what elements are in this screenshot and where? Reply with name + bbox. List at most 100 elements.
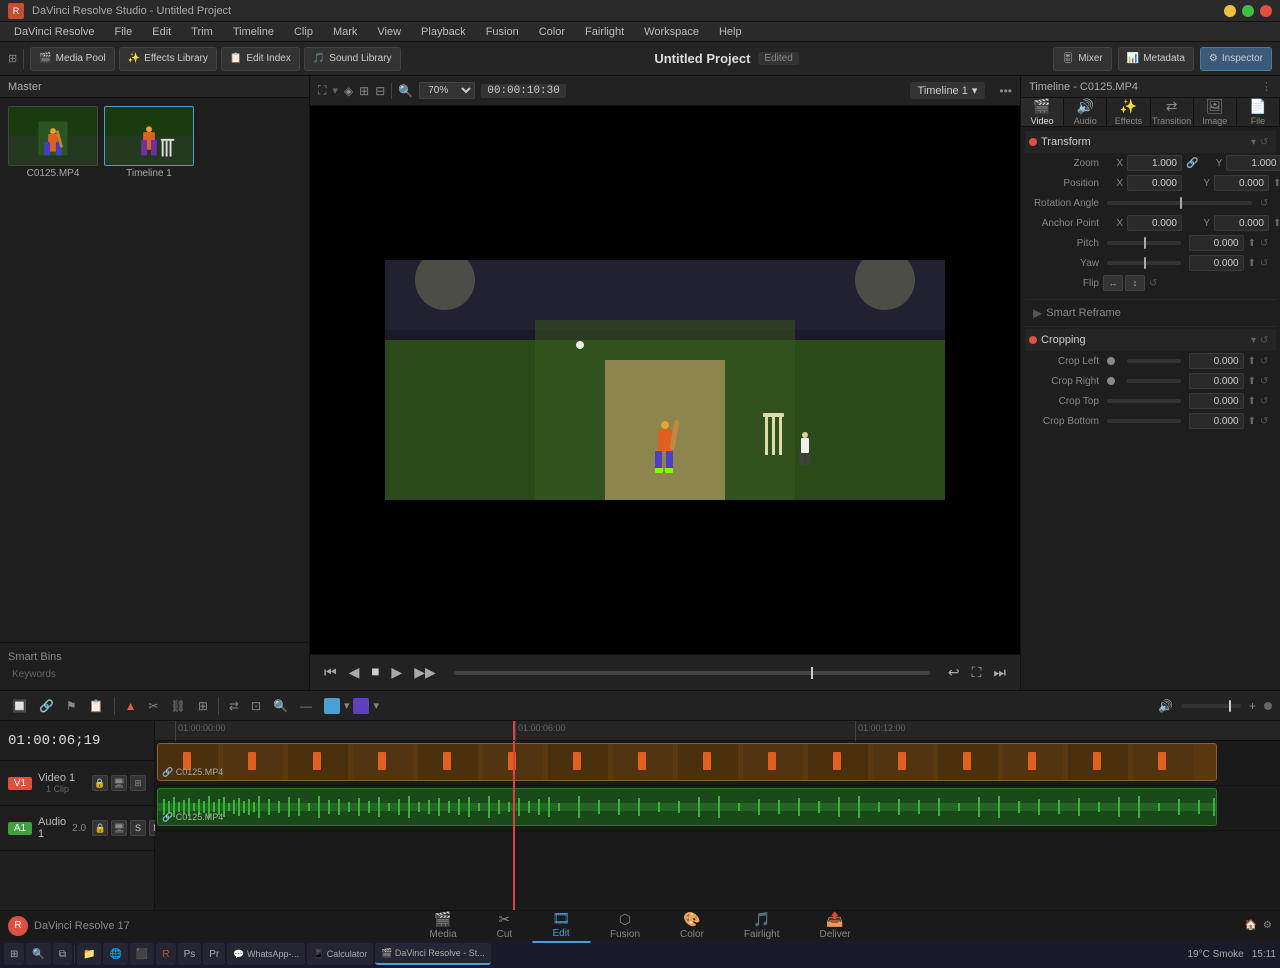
transform-tool[interactable]: ⇄ bbox=[225, 695, 243, 717]
insert-tool[interactable]: ⊞ bbox=[194, 695, 212, 717]
color-blue-selector[interactable] bbox=[324, 698, 340, 714]
fullscreen-button[interactable]: ⛶ bbox=[970, 662, 984, 683]
tab-file[interactable]: 📄 File bbox=[1237, 98, 1280, 126]
taskbar-calculator[interactable]: 📱 Calculator bbox=[307, 943, 373, 965]
menu-playback[interactable]: Playback bbox=[413, 25, 474, 39]
taskbar-terminal[interactable]: ⬛ bbox=[130, 943, 154, 965]
prev-frame-button[interactable]: ◀ bbox=[347, 662, 362, 683]
start-button[interactable]: ⊞ bbox=[4, 943, 24, 965]
audio-solo-button[interactable]: S bbox=[130, 820, 146, 836]
effects-library-button[interactable]: ✨ Effects Library bbox=[119, 47, 217, 71]
audio-lock-button[interactable]: 🔒 bbox=[92, 820, 108, 836]
more-options-icon[interactable]: ••• bbox=[999, 84, 1012, 98]
media-clip-1[interactable]: C0125.MP4 bbox=[8, 106, 98, 370]
timeline-ruler[interactable]: 01:00:00:00 01:00:06:00 01:00:12:00 bbox=[155, 721, 1280, 741]
media-timeline-1-thumbnail[interactable] bbox=[104, 106, 194, 166]
crop-top-up-icon[interactable]: ⬆ bbox=[1248, 396, 1256, 407]
smart-reframe-row[interactable]: ▶ Smart Reframe bbox=[1025, 302, 1276, 324]
tab-fusion[interactable]: ⬡ Fusion bbox=[590, 909, 660, 942]
clip-button[interactable]: 📋 bbox=[85, 695, 108, 717]
audio-monitor-button[interactable]: 🖥 bbox=[111, 820, 127, 836]
metadata-button[interactable]: 📊 Metadata bbox=[1118, 47, 1194, 71]
goto-end-button[interactable]: ⏭ bbox=[991, 662, 1008, 683]
crop-top-input[interactable]: 0.000 bbox=[1189, 393, 1244, 409]
taskbar-davinci[interactable]: R bbox=[156, 943, 175, 965]
video-monitor-button[interactable]: 🖥 bbox=[111, 775, 127, 791]
media-pool-button[interactable]: 🎬 Media Pool bbox=[30, 47, 114, 71]
flip-reset-icon[interactable]: ↺ bbox=[1149, 277, 1161, 289]
fullscreen-icon[interactable]: ⛶ bbox=[318, 83, 326, 98]
menu-fusion[interactable]: Fusion bbox=[478, 25, 527, 39]
link-button[interactable]: 🔗 bbox=[35, 695, 58, 717]
crop-bottom-input[interactable]: 0.000 bbox=[1189, 413, 1244, 429]
yaw-input[interactable]: 0.000 bbox=[1189, 255, 1244, 271]
crop-left-input[interactable]: 0.000 bbox=[1189, 353, 1244, 369]
flip-horizontal-button[interactable]: ↔ bbox=[1103, 275, 1123, 291]
tab-effects[interactable]: ✨ Effects bbox=[1107, 98, 1150, 126]
yaw-reset-icon[interactable]: ↺ bbox=[1260, 257, 1272, 269]
yaw-up-icon[interactable]: ⬆ bbox=[1248, 258, 1256, 269]
video-lock-button[interactable]: 🔒 bbox=[92, 775, 108, 791]
tab-audio[interactable]: 🔊 Audio bbox=[1064, 98, 1107, 126]
pitch-input[interactable]: 0.000 bbox=[1189, 235, 1244, 251]
transform-reset-button[interactable]: ↺ bbox=[1260, 136, 1272, 148]
zoom-x-input[interactable]: 1.000 bbox=[1127, 155, 1182, 171]
transform-header[interactable]: Transform ▾ ↺ bbox=[1025, 131, 1276, 153]
goto-start-button[interactable]: ⏮ bbox=[322, 662, 339, 683]
loop-button[interactable]: ↩ bbox=[946, 662, 962, 683]
pitch-slider[interactable] bbox=[1107, 241, 1181, 245]
taskbar-app1[interactable]: Ps bbox=[178, 943, 202, 965]
pitch-reset-icon[interactable]: ↺ bbox=[1260, 237, 1272, 249]
stop-button[interactable]: ⏹ bbox=[369, 662, 381, 684]
inspector-button[interactable]: ⚙ Inspector bbox=[1200, 47, 1272, 71]
taskbar-edge[interactable]: 🌐 bbox=[103, 943, 127, 965]
media-clip-1-thumbnail[interactable] bbox=[8, 106, 98, 166]
menu-mark[interactable]: Mark bbox=[325, 25, 365, 39]
link-tool[interactable]: ⛓ bbox=[167, 695, 190, 717]
snap-button[interactable]: 🔲 bbox=[8, 695, 31, 717]
taskbar-app2[interactable]: Pr bbox=[203, 943, 225, 965]
crop-right-reset-icon[interactable]: ↺ bbox=[1260, 375, 1272, 387]
taskbar-explorer[interactable]: 📁 bbox=[77, 943, 101, 965]
pitch-up-icon[interactable]: ⬆ bbox=[1248, 238, 1256, 249]
transform-icon[interactable]: ◈ bbox=[344, 84, 353, 98]
tab-image[interactable]: 🖼 Image bbox=[1194, 98, 1237, 126]
tab-fairlight[interactable]: 🎵 Fairlight bbox=[724, 909, 800, 942]
rotation-reset-icon[interactable]: ↺ bbox=[1260, 197, 1272, 209]
timeline-zoom-add-icon[interactable]: + bbox=[1245, 695, 1260, 717]
menu-edit[interactable]: Edit bbox=[144, 25, 179, 39]
search-button[interactable]: 🔍 bbox=[26, 943, 50, 965]
tab-video[interactable]: 🎬 Video bbox=[1021, 98, 1064, 126]
crop-tool[interactable]: ⊡ bbox=[247, 695, 265, 717]
media-timeline-1[interactable]: Timeline 1 bbox=[104, 106, 194, 370]
volume-slider[interactable] bbox=[1181, 704, 1241, 708]
timeline-selector[interactable]: Timeline 1 ▾ bbox=[910, 82, 986, 99]
audio-meter-icon[interactable]: 🔊 bbox=[1154, 695, 1177, 717]
zoom-link-icon[interactable]: 🔗 bbox=[1186, 158, 1198, 169]
menu-trim[interactable]: Trim bbox=[183, 25, 221, 39]
menu-davinci[interactable]: DaVinci Resolve bbox=[6, 25, 103, 39]
crop-top-slider[interactable] bbox=[1107, 399, 1181, 403]
menu-clip[interactable]: Clip bbox=[286, 25, 321, 39]
color2-chevron-icon[interactable]: ▾ bbox=[373, 699, 379, 712]
select-tool[interactable]: ▲ bbox=[121, 695, 141, 717]
menu-color[interactable]: Color bbox=[531, 25, 573, 39]
tab-transition[interactable]: ⇄ Transition bbox=[1151, 98, 1194, 126]
zoom-y-input[interactable]: 1.000 bbox=[1226, 155, 1280, 171]
menu-workspace[interactable]: Workspace bbox=[636, 25, 707, 39]
menu-file[interactable]: File bbox=[107, 25, 141, 39]
preview-scrubbar[interactable] bbox=[454, 671, 930, 675]
tab-color[interactable]: 🎨 Color bbox=[660, 909, 724, 942]
video-expand-button[interactable]: ⊞ bbox=[130, 775, 146, 791]
crop-left-up-icon[interactable]: ⬆ bbox=[1248, 356, 1256, 367]
crop-bottom-slider[interactable] bbox=[1107, 419, 1181, 423]
preview-dropdown-icon[interactable]: ▾ bbox=[332, 84, 338, 97]
tab-edit[interactable]: 🎞 Edit bbox=[532, 908, 590, 943]
tab-cut[interactable]: ✂ Cut bbox=[477, 909, 533, 942]
position-up-icon[interactable]: ⬆ bbox=[1273, 178, 1280, 189]
rotation-slider[interactable] bbox=[1107, 201, 1252, 205]
anchor-y-input[interactable]: 0.000 bbox=[1214, 215, 1269, 231]
zoom-select[interactable]: 70% 50% 100% Fit bbox=[419, 82, 475, 99]
mixer-button[interactable]: 🎚 Mixer bbox=[1053, 47, 1112, 71]
crop-right-input[interactable]: 0.000 bbox=[1189, 373, 1244, 389]
